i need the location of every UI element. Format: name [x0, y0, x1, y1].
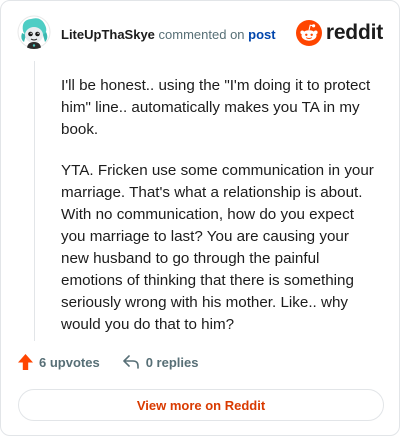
- post-link[interactable]: post: [248, 27, 275, 42]
- reply-arrow-icon[interactable]: [122, 354, 140, 370]
- comment-embed-card: LiteUpThaSkye commented on post reddit I…: [0, 0, 400, 436]
- reddit-logo-icon: [295, 20, 322, 46]
- thread-line[interactable]: [34, 61, 35, 341]
- comment-body: I'll be honest.. using the "I'm doing it…: [61, 75, 375, 355]
- comment-paragraph: YTA. Fricken use some communication in y…: [61, 162, 374, 333]
- view-more-button[interactable]: View more on Reddit: [18, 389, 384, 421]
- avatar[interactable]: [17, 15, 51, 49]
- reply-count[interactable]: 0 replies: [146, 355, 199, 370]
- comment-actions: 6 upvotes 0 replies: [17, 353, 198, 371]
- comment-header: LiteUpThaSkye commented on post: [61, 27, 276, 42]
- comment-paragraph: I'll be honest.. using the "I'm doing it…: [61, 77, 371, 138]
- snoo-avatar-icon: [17, 15, 51, 49]
- reddit-wordmark: reddit: [325, 21, 383, 44]
- username-link[interactable]: LiteUpThaSkye: [61, 27, 155, 42]
- upvote-count[interactable]: 6 upvotes: [39, 355, 100, 370]
- commented-on-text: commented on: [158, 27, 245, 42]
- reddit-brand[interactable]: reddit: [295, 20, 383, 46]
- upvote-arrow-icon[interactable]: [17, 353, 34, 371]
